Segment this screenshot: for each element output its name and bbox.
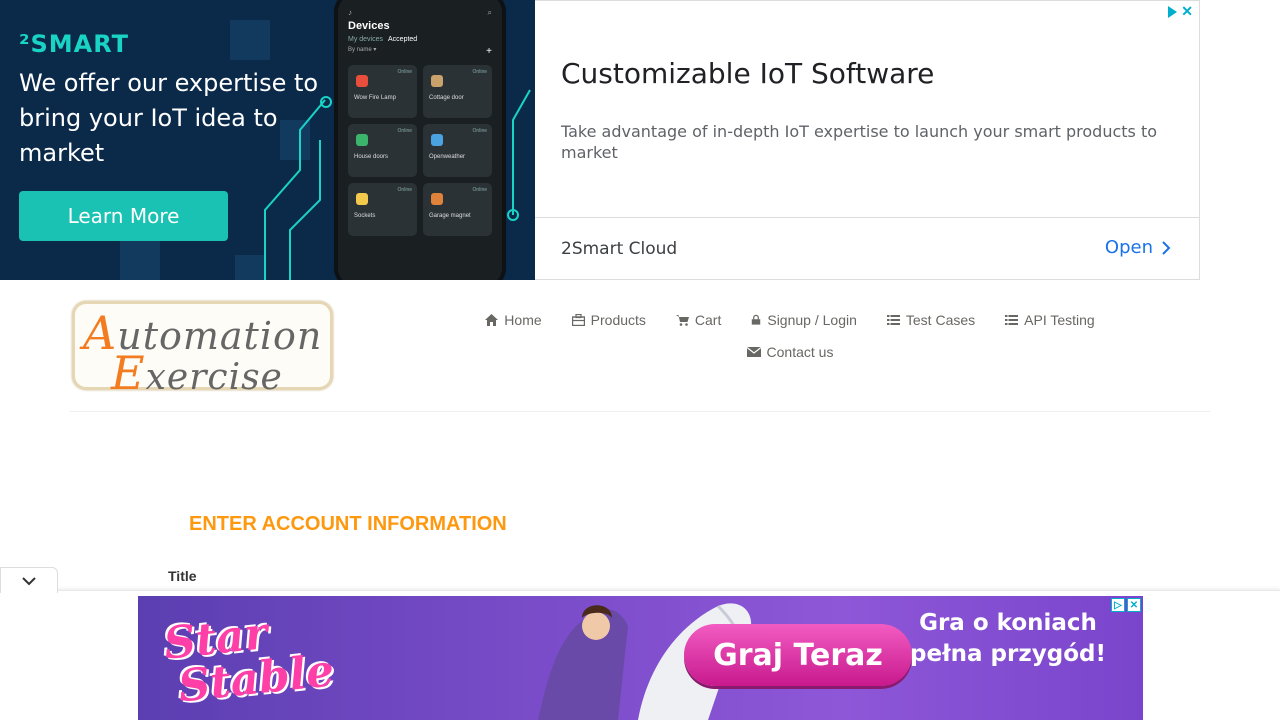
adchoices-icon[interactable]: ▷ [1111,598,1125,612]
list-icon [1005,315,1019,325]
device-icon [356,193,368,205]
close-icon[interactable]: ✕ [1181,3,1193,20]
lock-icon [752,314,761,325]
device-icon [431,134,443,146]
device-name: Openweather [429,154,466,160]
device-tile: Online House doors [348,124,417,177]
phone-mockup: ♪ ⌕ Devices My devices Accepted By name ▾… [334,0,506,280]
star-stable-logo: Star Stable [161,606,337,713]
phone-sort-label: By name ▾ [348,47,377,53]
account-info-heading: ENTER ACCOUNT INFORMATION [189,513,507,535]
device-tile: Online Sockets [348,183,417,236]
device-icon [356,75,368,87]
logo-cap-e: E [111,346,146,400]
device-icon [431,75,443,87]
bell-icon: ♪ [348,8,352,17]
device-status: Online [472,128,487,134]
bottom-banner-ad[interactable]: Star Stable Graj Teraz Gra o koniach peł… [138,596,1143,720]
nav-test-cases[interactable]: Test Cases [872,308,990,332]
nav-contact-us[interactable]: Contact us [732,340,849,364]
nav-home-label: Home [504,312,542,328]
ad-text-panel[interactable]: ✕ Customizable IoT Software Take advanta… [535,0,1200,280]
collapse-ad-button[interactable] [0,567,58,593]
nav-contact-us-label: Contact us [766,344,834,360]
device-tile: Online Cottage door [423,65,492,118]
device-status: Online [472,69,487,75]
nav-signup-login-label: Signup / Login [767,312,857,328]
learn-more-button[interactable]: Learn More [19,191,228,241]
header-divider [70,411,1210,412]
star-stable-line2: Stable [175,645,337,713]
device-tile: Online Garage magnet [423,183,492,236]
ad-headline: We offer our expertise to bring your IoT… [19,69,319,167]
home-icon [485,314,499,326]
list-icon [886,315,900,325]
device-icon [356,134,368,146]
ad-divider [535,217,1199,218]
chevron-down-icon [22,576,36,585]
site-logo[interactable]: Automation Exercise [72,301,333,400]
main-nav: Home Products Cart Signup / Login Test C… [470,308,1110,364]
device-status: Online [472,187,487,193]
device-grid: Online Wow Fire Lamp Online Cottage door Onl… [348,65,492,236]
ad-title[interactable]: Customizable IoT Software [561,57,934,90]
open-label: Open [1104,237,1153,258]
title-label: Title [168,568,197,584]
nav-signup-login[interactable]: Signup / Login [736,308,872,332]
device-status: Online [397,128,412,134]
ad-tagline: Gra o koniach pełna przygód! [910,610,1106,667]
search-icon: ⌕ [487,8,492,17]
phone-tabs: My devices Accepted [348,36,492,43]
top-banner-ad[interactable]: ²SMART We offer our expertise to bring y… [0,0,1200,280]
envelope-icon [746,347,761,357]
ad-advertiser: 2Smart Cloud [561,239,678,259]
nav-cart-label: Cart [694,312,722,328]
adchoices-icon[interactable] [1168,5,1178,18]
device-icon [431,193,443,205]
device-name: Garage magnet [429,213,471,219]
products-icon [571,314,585,326]
device-tile: Online Wow Fire Lamp [348,65,417,118]
ad-description: Take advantage of in-depth IoT expertise… [561,122,1158,162]
device-status: Online [397,69,412,75]
ad-choices[interactable]: ▷ ✕ [1111,598,1141,612]
cart-icon [675,315,689,326]
nav-api-testing[interactable]: API Testing [990,308,1110,332]
phone-sort: By name ▾ + [348,46,492,57]
ad-brand-logo: ²SMART [19,30,130,58]
nav-test-cases-label: Test Cases [905,312,976,328]
device-status: Online [397,187,412,193]
close-icon[interactable]: ✕ [1127,598,1141,612]
device-name: Cottage door [429,95,464,101]
device-name: Wow Fire Lamp [354,95,396,101]
play-now-button[interactable]: Graj Teraz [684,624,912,686]
ad-choices[interactable]: ✕ [1168,3,1193,20]
phone-title: Devices [348,20,390,32]
nav-api-testing-label: API Testing [1024,312,1095,328]
phone-tab-accepted: Accepted [388,36,418,43]
logo-text-exercise: xercise [145,357,283,398]
phone-tab-my-devices: My devices [348,36,384,43]
nav-products[interactable]: Products [557,308,661,332]
device-tile: Online Openweather [423,124,492,177]
nav-products-label: Products [590,312,646,328]
chevron-right-icon [1162,240,1171,255]
device-name: House doors [354,154,389,160]
nav-cart[interactable]: Cart [661,308,736,332]
ad-creative[interactable]: ²SMART We offer our expertise to bring y… [0,0,535,280]
open-button[interactable]: Open [1105,237,1171,258]
nav-home[interactable]: Home [470,308,556,332]
plus-icon: + [486,46,492,57]
device-name: Sockets [354,213,376,219]
